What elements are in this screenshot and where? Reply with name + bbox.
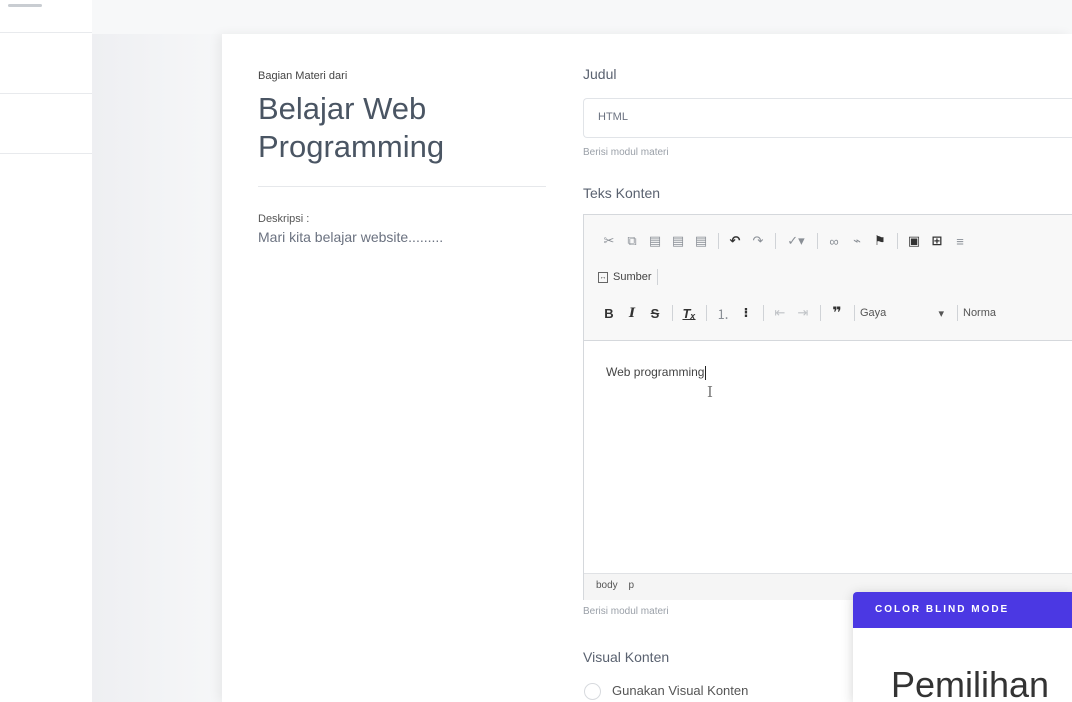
toolbar-separator	[854, 305, 855, 321]
info-divider	[258, 186, 546, 187]
bulleted-list-icon[interactable]: ⁝	[735, 302, 757, 324]
table-icon[interactable]: ⊞	[926, 230, 948, 252]
strikethrough-icon[interactable]: S	[644, 302, 666, 324]
link-icon[interactable]: ∞	[823, 230, 845, 252]
toolbar-row-1: ✂ ⧉ ▤ ▤ ▤ ↶ ↷ ✓▾ ∞ ⌁ ⚑ ▣ ⊞ ≡	[598, 229, 972, 253]
format-dropdown[interactable]: Norma	[963, 307, 996, 319]
color-blind-title: Pemilihan	[891, 664, 1050, 702]
horizontal-line-icon[interactable]: ≡	[949, 230, 971, 252]
top-bar	[92, 0, 1072, 34]
content-gutter	[92, 0, 222, 702]
content-help: Berisi modul materi	[583, 606, 669, 617]
sidebar-divider	[0, 32, 92, 33]
source-label: Sumber	[613, 271, 652, 283]
title-label: Judul	[583, 66, 617, 82]
description-text: Mari kita belajar website.........	[258, 229, 444, 245]
text-cursor-icon: I	[707, 383, 713, 401]
numbered-list-icon[interactable]: ⒈	[712, 302, 734, 324]
chevron-down-icon: ▾	[938, 307, 944, 320]
toolbar-separator	[672, 305, 673, 321]
style-dropdown-label: Gaya	[860, 307, 887, 319]
outdent-icon[interactable]: ⇤	[769, 302, 791, 324]
course-title: Belajar Web Programming	[258, 91, 445, 164]
section-label: Bagian Materi dari	[258, 70, 348, 82]
source-button[interactable]: ↔ Sumber	[598, 271, 652, 283]
toolbar-row-3: B I S Tₓ ⒈ ⁝ ⇤ ⇥ ❞ Gaya ▾ Norma	[598, 301, 996, 325]
cut-icon[interactable]: ✂	[598, 230, 620, 252]
color-blind-header: COLOR BLIND MODE	[853, 592, 1072, 628]
color-blind-panel: COLOR BLIND MODE Pemilihan	[853, 592, 1072, 702]
toolbar-row-2: ↔ Sumber	[598, 265, 663, 289]
paste-icon[interactable]: ▤	[644, 230, 666, 252]
description-label: Deskripsi :	[258, 213, 310, 225]
path-element-body[interactable]: body	[596, 580, 618, 591]
indent-icon[interactable]: ⇥	[792, 302, 814, 324]
editor-content[interactable]: Web programming	[606, 365, 707, 380]
visual-content-label: Visual Konten	[583, 649, 670, 665]
toolbar-separator	[775, 233, 776, 249]
toolbar-separator	[957, 305, 958, 321]
toolbar-separator	[817, 233, 818, 249]
sidebar-stub	[8, 4, 42, 7]
copy-icon[interactable]: ⧉	[621, 230, 643, 252]
italic-icon[interactable]: I	[621, 302, 643, 324]
text-caret	[705, 365, 707, 380]
editor-toolbar: ✂ ⧉ ▤ ▤ ▤ ↶ ↷ ✓▾ ∞ ⌁ ⚑ ▣ ⊞ ≡ ↔ Sumber B …	[584, 215, 1072, 341]
source-icon: ↔	[598, 271, 608, 283]
paste-word-icon[interactable]: ▤	[690, 230, 712, 252]
image-icon[interactable]: ▣	[903, 230, 925, 252]
content-label: Teks Konten	[583, 185, 661, 201]
editor-text: Web programming	[606, 365, 705, 379]
toolbar-separator	[656, 269, 658, 285]
style-dropdown[interactable]: Gaya ▾	[860, 307, 952, 320]
redo-icon[interactable]: ↷	[747, 230, 769, 252]
spellcheck-icon[interactable]: ✓▾	[781, 230, 811, 252]
toolbar-separator	[820, 305, 821, 321]
material-info: Bagian Materi dari Belajar Web Programmi…	[258, 70, 546, 245]
visual-content-radio[interactable]	[584, 683, 601, 700]
rich-text-editor: ✂ ⧉ ▤ ▤ ▤ ↶ ↷ ✓▾ ∞ ⌁ ⚑ ▣ ⊞ ≡ ↔ Sumber B …	[583, 214, 1072, 600]
toolbar-separator	[706, 305, 707, 321]
title-help: Berisi modul materi	[583, 147, 669, 158]
blockquote-icon[interactable]: ❞	[826, 302, 848, 324]
undo-icon[interactable]: ↶	[724, 230, 746, 252]
toolbar-separator	[897, 233, 898, 249]
anchor-flag-icon[interactable]: ⚑	[869, 230, 891, 252]
unlink-icon[interactable]: ⌁	[846, 230, 868, 252]
left-sidebar	[0, 0, 92, 702]
visual-content-option-label: Gunakan Visual Konten	[612, 683, 749, 698]
sidebar-divider	[0, 153, 92, 154]
paste-text-icon[interactable]: ▤	[667, 230, 689, 252]
bold-icon[interactable]: B	[598, 302, 620, 324]
toolbar-separator	[718, 233, 719, 249]
remove-format-icon[interactable]: Tₓ	[678, 302, 700, 324]
title-input[interactable]: HTML	[583, 98, 1072, 138]
sidebar-divider	[0, 93, 92, 94]
toolbar-separator	[763, 305, 764, 321]
path-element-p[interactable]: p	[628, 580, 634, 591]
